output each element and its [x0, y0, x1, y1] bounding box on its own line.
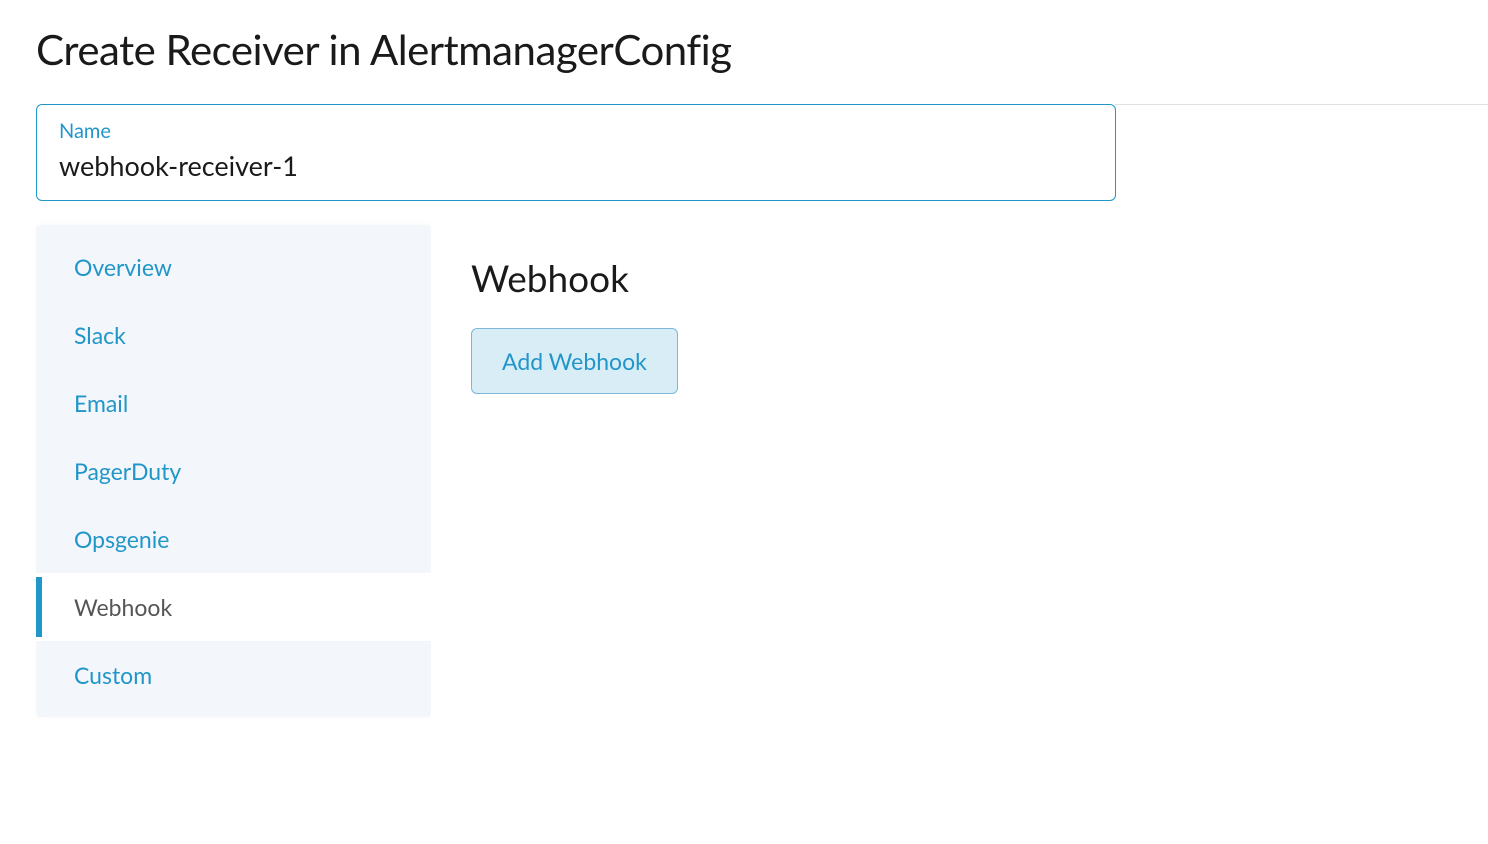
- sidebar-item-custom[interactable]: Custom: [36, 641, 431, 709]
- section-title: Webhook: [471, 255, 1448, 300]
- sidebar-item-slack[interactable]: Slack: [36, 301, 431, 369]
- sidebar-item-overview[interactable]: Overview: [36, 233, 431, 301]
- add-webhook-button[interactable]: Add Webhook: [471, 328, 678, 394]
- sidebar-item-webhook[interactable]: Webhook: [36, 573, 431, 641]
- main-content: Webhook Add Webhook: [431, 225, 1488, 717]
- sidebar-item-pagerduty[interactable]: PagerDuty: [36, 437, 431, 505]
- name-field-wrapper: Name: [36, 104, 1116, 201]
- page-title: Create Receiver in AlertmanagerConfig: [0, 0, 1488, 104]
- name-field-label: Name: [59, 119, 1093, 143]
- name-input[interactable]: [59, 149, 1093, 182]
- sidebar-item-email[interactable]: Email: [36, 369, 431, 437]
- sidebar: Overview Slack Email PagerDuty Opsgenie …: [36, 225, 431, 717]
- content-area: Overview Slack Email PagerDuty Opsgenie …: [36, 225, 1488, 717]
- sidebar-item-opsgenie[interactable]: Opsgenie: [36, 505, 431, 573]
